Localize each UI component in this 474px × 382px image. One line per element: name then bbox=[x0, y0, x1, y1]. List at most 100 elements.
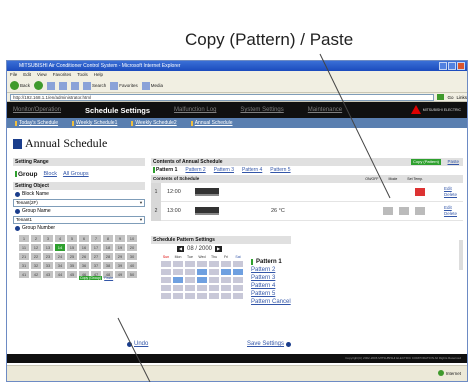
group-number-cell[interactable]: 1 bbox=[19, 235, 29, 242]
address-input[interactable]: http://192.168.1.1/en/administrator.html bbox=[10, 93, 435, 101]
search-button[interactable]: Search bbox=[83, 81, 106, 90]
links-label[interactable]: Links bbox=[456, 95, 467, 100]
calendar-day-cell[interactable] bbox=[197, 269, 207, 275]
menu-help[interactable]: Help bbox=[94, 71, 103, 79]
subnav-weekly-schedule1[interactable]: Weekly Schedule1 bbox=[72, 120, 117, 126]
calendar-day-cell[interactable] bbox=[173, 261, 183, 267]
group-number-cell[interactable]: 45 bbox=[67, 271, 77, 278]
calendar-day-cell[interactable] bbox=[197, 261, 207, 267]
calendar-day-cell[interactable] bbox=[161, 269, 171, 275]
calendar-day-cell[interactable] bbox=[197, 285, 207, 291]
group-number-cell[interactable]: 12 bbox=[31, 244, 41, 251]
group-number-cell[interactable]: 3 bbox=[43, 235, 53, 242]
calendar-day-cell[interactable] bbox=[185, 261, 195, 267]
group-number-cell[interactable]: 43 bbox=[43, 271, 53, 278]
group-number-cell[interactable]: 9 bbox=[115, 235, 125, 242]
copy-pattern-button[interactable]: Copy (Pattern) bbox=[410, 159, 441, 165]
group-number-cell[interactable]: 17 bbox=[91, 244, 101, 251]
group-number-cell[interactable]: 18 bbox=[103, 244, 113, 251]
menu-favorites[interactable]: Favorites bbox=[53, 71, 72, 79]
group-number-cell[interactable]: 23 bbox=[43, 253, 53, 260]
save-settings-link[interactable]: Save Settings bbox=[247, 341, 292, 347]
group-number-cell[interactable]: 20 bbox=[127, 244, 137, 251]
subnav-todays-schedule[interactable]: Today's Schedule bbox=[15, 120, 58, 126]
calendar-day-cell[interactable] bbox=[233, 277, 243, 283]
next-month-button[interactable]: ▶ bbox=[215, 246, 223, 252]
home-button[interactable] bbox=[71, 81, 80, 90]
go-label[interactable]: Go bbox=[447, 95, 453, 100]
calendar-day-cell[interactable] bbox=[173, 277, 183, 283]
stop-button[interactable] bbox=[47, 81, 56, 90]
calendar-day-cell[interactable] bbox=[161, 293, 171, 299]
calendar-day-cell[interactable] bbox=[173, 269, 183, 275]
group-number-cell[interactable]: 21 bbox=[19, 253, 29, 260]
group-number-cell[interactable]: 30 bbox=[127, 253, 137, 260]
nav-malfunction-log[interactable]: Malfunction Log bbox=[174, 107, 216, 113]
subnav-weekly-schedule2[interactable]: Weekly Schedule2 bbox=[131, 120, 177, 126]
group-number-cell[interactable]: 34 bbox=[55, 262, 65, 269]
forward-button[interactable] bbox=[34, 81, 44, 90]
calendar-day-cell[interactable] bbox=[161, 285, 171, 291]
group-number-cell[interactable]: 44 bbox=[55, 271, 65, 278]
calendar-day-cell[interactable] bbox=[161, 261, 171, 267]
calendar-day-cell[interactable] bbox=[185, 285, 195, 291]
pattern-option-4[interactable]: Pattern 4 bbox=[251, 282, 291, 290]
delete-link[interactable]: Delete bbox=[444, 192, 457, 197]
calendar-day-cell[interactable] bbox=[233, 261, 243, 267]
menu-tools[interactable]: Tools bbox=[77, 71, 88, 79]
undo-link[interactable]: Undo bbox=[127, 341, 148, 347]
group-number-cell[interactable]: 36 bbox=[79, 262, 89, 269]
group-number-cell[interactable]: 41 bbox=[19, 271, 29, 278]
group-number-cell[interactable]: 28 bbox=[103, 253, 113, 260]
group-number-cell[interactable]: 39 bbox=[115, 262, 125, 269]
group-number-cell[interactable]: 42 bbox=[31, 271, 41, 278]
group-number-cell[interactable]: 2 bbox=[31, 235, 41, 242]
calendar-day-cell[interactable] bbox=[209, 293, 219, 299]
paste-group-link[interactable]: Paste bbox=[104, 276, 113, 280]
menu-file[interactable]: File bbox=[10, 71, 17, 79]
calendar-day-cell[interactable] bbox=[209, 261, 219, 267]
group-number-cell[interactable]: 11 bbox=[19, 244, 29, 251]
calendar-day-cell[interactable] bbox=[233, 293, 243, 299]
minimize-button[interactable] bbox=[439, 62, 447, 70]
group-number-cell[interactable]: 27 bbox=[91, 253, 101, 260]
subnav-annual-schedule[interactable]: Annual Schedule bbox=[190, 120, 233, 126]
group-number-cell[interactable]: 38 bbox=[103, 262, 113, 269]
group-number-cell[interactable]: 40 bbox=[127, 262, 137, 269]
calendar-day-cell[interactable] bbox=[209, 277, 219, 283]
group-number-cell[interactable]: 50 bbox=[127, 271, 137, 278]
pattern-tab-1[interactable]: Pattern 1 bbox=[153, 166, 177, 175]
block-name-select[interactable]: Tenant(2F) bbox=[13, 199, 145, 207]
menu-view[interactable]: View bbox=[37, 71, 47, 79]
group-number-cell[interactable]: 22 bbox=[31, 253, 41, 260]
pattern-option-5[interactable]: Pattern 5 bbox=[251, 290, 291, 298]
pattern-option-cancel[interactable]: Pattern Cancel bbox=[251, 298, 291, 306]
calendar-day-cell[interactable] bbox=[221, 293, 231, 299]
range-all-groups[interactable]: All Groups bbox=[63, 171, 89, 177]
calendar-day-cell[interactable] bbox=[197, 293, 207, 299]
nav-schedule-settings[interactable]: Schedule Settings bbox=[85, 106, 150, 115]
group-number-cell[interactable]: 19 bbox=[115, 244, 125, 251]
favorites-button[interactable]: Favorites bbox=[110, 81, 138, 90]
paste-pattern-link[interactable]: Paste bbox=[447, 158, 459, 166]
calendar-day-cell[interactable] bbox=[209, 285, 219, 291]
group-number-cell[interactable]: 29 bbox=[115, 253, 125, 260]
group-name-select[interactable]: Tenant1 bbox=[13, 216, 145, 224]
media-button[interactable]: Media bbox=[141, 81, 163, 90]
calendar-day-cell[interactable] bbox=[161, 277, 171, 283]
range-block[interactable]: Block bbox=[44, 171, 57, 177]
edit-link[interactable]: Edit bbox=[444, 186, 452, 191]
calendar-day-cell[interactable] bbox=[221, 261, 231, 267]
back-button[interactable]: Back bbox=[10, 81, 30, 90]
range-group[interactable]: Group bbox=[15, 171, 38, 178]
go-icon[interactable] bbox=[437, 94, 445, 100]
calendar-day-cell[interactable] bbox=[173, 293, 183, 299]
group-number-cell[interactable]: 8 bbox=[103, 235, 113, 242]
calendar-day-cell[interactable] bbox=[185, 293, 195, 299]
nav-monitor-operation[interactable]: Monitor/Operation bbox=[13, 107, 61, 113]
group-number-cell[interactable]: 49 bbox=[115, 271, 125, 278]
calendar-day-cell[interactable] bbox=[233, 269, 243, 275]
close-button[interactable] bbox=[457, 62, 465, 70]
pattern-tab-3[interactable]: Pattern 3 bbox=[214, 166, 234, 175]
schedule-scrollbar[interactable] bbox=[459, 240, 463, 270]
